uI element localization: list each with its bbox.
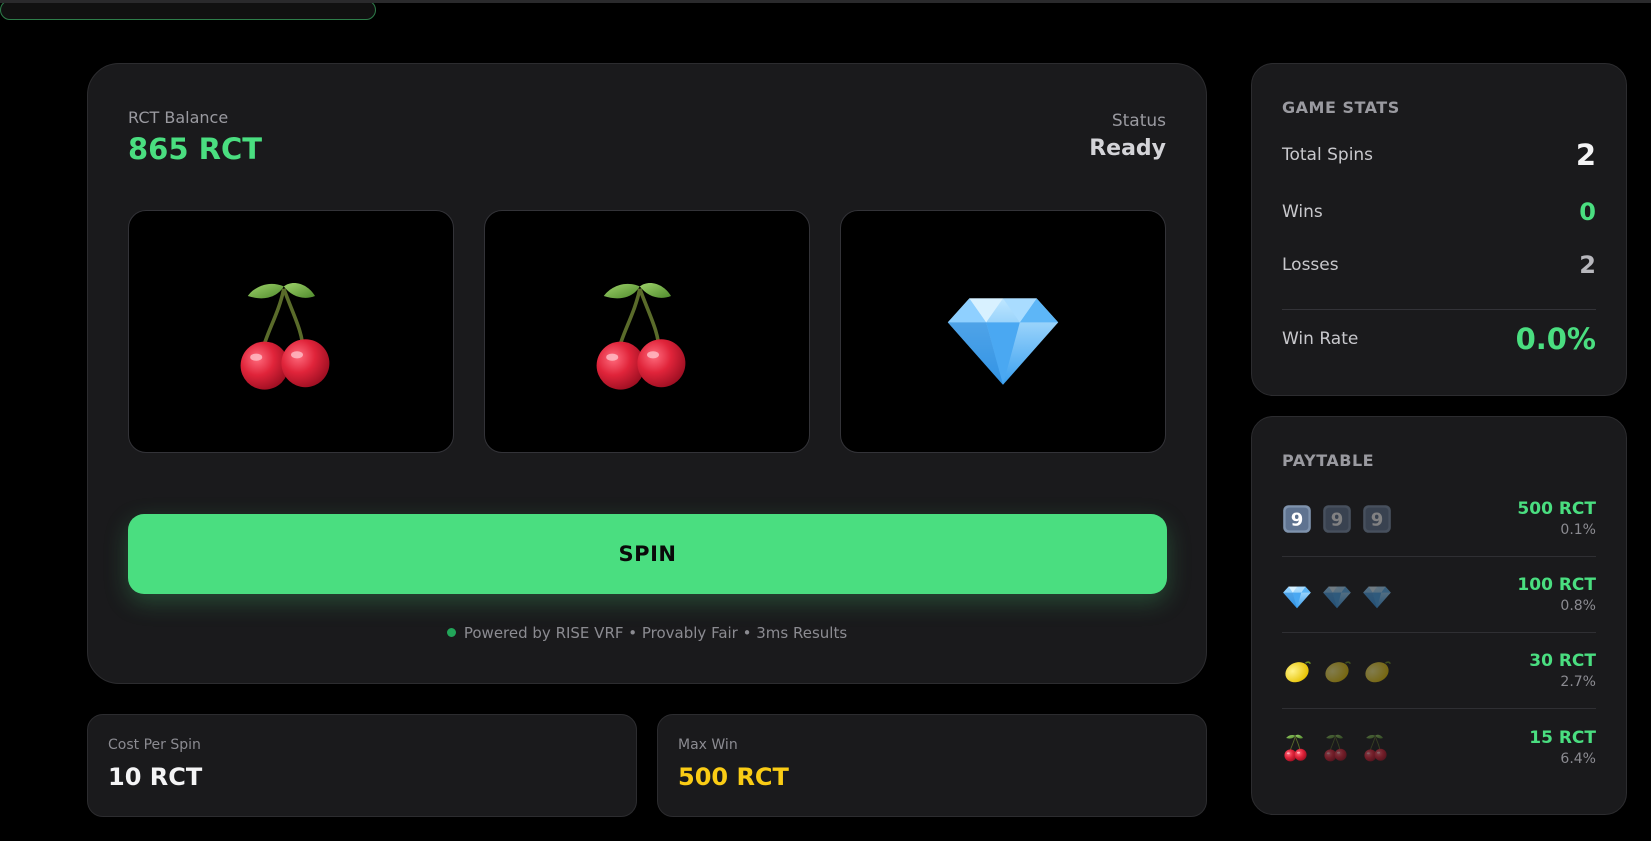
diamond-icon <box>1282 580 1312 610</box>
reel-3 <box>840 210 1166 453</box>
stat-win-rate: Win Rate 0.0% <box>1282 322 1596 356</box>
diamond-icon <box>1322 580 1352 610</box>
stat-total-spins: Total Spins 2 <box>1282 138 1596 172</box>
payout-info: 30 RCT 2.7% <box>1529 651 1596 690</box>
nine-icon <box>1362 504 1392 534</box>
paytable-panel: PAYTABLE 500 RCT 0.1% 100 RCT 0.8% 30 RC… <box>1251 416 1627 815</box>
reel-2 <box>484 210 810 453</box>
stat-value: 2 <box>1575 138 1596 172</box>
spin-button[interactable]: SPIN <box>128 514 1167 594</box>
cherries-icon <box>587 272 707 392</box>
symbol-combo <box>1282 732 1392 762</box>
lemon-icon <box>1322 656 1352 686</box>
paytable-row: 500 RCT 0.1% <box>1282 481 1596 557</box>
payout-odds: 6.4% <box>1560 750 1596 767</box>
game-stats-title: GAME STATS <box>1282 98 1400 117</box>
paytable-row: 15 RCT 6.4% <box>1282 709 1596 785</box>
cost-value: 10 RCT <box>108 763 203 791</box>
payout-info: 100 RCT 0.8% <box>1517 575 1596 614</box>
payout-odds: 0.8% <box>1560 598 1596 614</box>
cherries-icon <box>1362 732 1392 762</box>
stat-wins: Wins 0 <box>1282 198 1596 226</box>
nine-icon <box>1282 504 1312 534</box>
status-dot-icon <box>446 628 456 637</box>
max-win-label: Max Win <box>678 737 738 753</box>
payout-amount: 100 RCT <box>1517 575 1596 595</box>
cherries-icon <box>1322 732 1352 762</box>
vrf-note: Powered by RISE VRF • Provably Fair • 3m… <box>88 624 1206 642</box>
stats-divider <box>1282 309 1596 310</box>
symbol-combo <box>1282 504 1392 534</box>
status-value: Ready <box>1089 136 1166 161</box>
cost-per-spin-card: Cost Per Spin 10 RCT <box>87 714 637 817</box>
cherries-icon <box>1282 732 1312 762</box>
stat-label: Win Rate <box>1282 329 1359 349</box>
payout-amount: 30 RCT <box>1529 651 1596 671</box>
symbol-combo <box>1282 656 1392 686</box>
game-stats-panel: GAME STATS Total Spins 2 Wins 0 Losses 2… <box>1251 63 1627 396</box>
diamond-icon <box>943 272 1063 392</box>
stat-label: Total Spins <box>1282 145 1374 165</box>
payout-odds: 2.7% <box>1560 674 1596 690</box>
status-label: Status <box>1111 111 1166 131</box>
vrf-note-text: Powered by RISE VRF • Provably Fair • 3m… <box>463 624 848 642</box>
paytable-row: 100 RCT 0.8% <box>1282 557 1596 633</box>
balance-label: RCT Balance <box>128 108 229 127</box>
next-panel-edge <box>0 0 376 20</box>
stat-value: 0 <box>1579 198 1596 226</box>
payout-odds: 0.1% <box>1560 522 1596 538</box>
stat-label: Wins <box>1282 202 1323 222</box>
max-win-card: Max Win 500 RCT <box>657 714 1207 817</box>
stat-value: 0.0% <box>1515 322 1596 356</box>
slot-machine-panel: RCT Balance 865 RCT Status Ready SPIN Po… <box>87 63 1207 684</box>
payout-info: 500 RCT 0.1% <box>1517 499 1596 538</box>
paytable-row: 30 RCT 2.7% <box>1282 633 1596 709</box>
cherries-icon <box>231 272 351 392</box>
payout-amount: 500 RCT <box>1517 499 1596 519</box>
diamond-icon <box>1362 580 1392 610</box>
stat-losses: Losses 2 <box>1282 251 1596 279</box>
balance-value: 865 RCT <box>128 132 263 166</box>
stat-value: 2 <box>1579 251 1596 279</box>
lemon-icon <box>1362 656 1392 686</box>
lemon-icon <box>1282 656 1312 686</box>
payout-amount: 15 RCT <box>1529 727 1596 748</box>
cost-label: Cost Per Spin <box>108 737 201 753</box>
paytable-title: PAYTABLE <box>1282 451 1375 470</box>
max-win-value: 500 RCT <box>678 763 789 791</box>
symbol-combo <box>1282 580 1392 610</box>
reel-1 <box>128 210 454 453</box>
nine-icon <box>1322 504 1352 534</box>
payout-info: 15 RCT 6.4% <box>1529 728 1596 767</box>
stat-label: Losses <box>1282 255 1339 275</box>
top-divider <box>0 0 1651 3</box>
